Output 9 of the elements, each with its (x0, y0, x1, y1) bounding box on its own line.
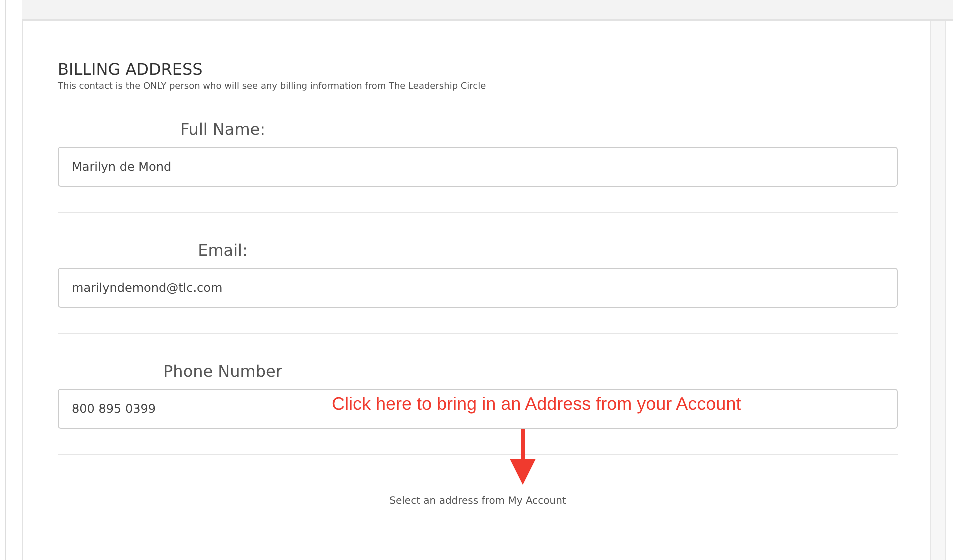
select-address-link[interactable]: Select an address from My Account (390, 496, 566, 507)
field-label: Phone Number (164, 362, 282, 381)
field-label: Email: (198, 241, 248, 260)
field-label: Full Name: (180, 120, 266, 139)
section-subtitle: This contact is the ONLY person who will see any billing information from The Leadership Circle (58, 82, 488, 92)
input-field[interactable]: marilyndemond@tlc.com (58, 268, 898, 308)
annotation-text: Click here to bring in an Address from your Account (332, 394, 742, 415)
section-title: BILLING ADDRESS (58, 59, 204, 81)
input-field[interactable]: Marilyn de Mond (58, 147, 898, 187)
